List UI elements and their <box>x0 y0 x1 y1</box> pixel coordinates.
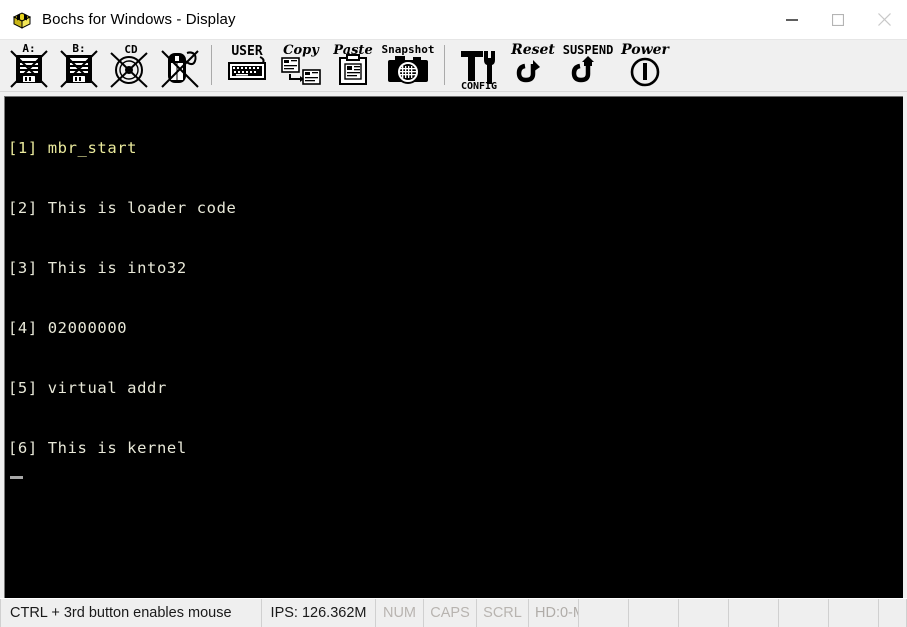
close-icon <box>877 13 891 26</box>
bochs-window: Bochs for Windows - Display A: B: CD USE… <box>0 0 907 627</box>
svg-text:SUSPEND: SUSPEND <box>563 43 613 57</box>
copy-button[interactable]: Copy <box>275 40 327 91</box>
bochs-box-icon <box>12 10 32 30</box>
status-blank-cell <box>679 599 729 627</box>
status-ips: IPS: 126.362M <box>262 599 376 627</box>
snapshot-button[interactable]: Snapshot <box>379 40 437 91</box>
svg-text:B:: B: <box>72 42 85 55</box>
toolbar-separator-2 <box>444 45 445 85</box>
cdrom-button[interactable]: CD <box>104 40 154 91</box>
status-blank-cell <box>579 599 629 627</box>
vga-display[interactable]: [1] mbr_start [2] This is loader code [3… <box>4 96 903 598</box>
display-area: [1] mbr_start [2] This is loader code [3… <box>0 92 907 598</box>
user-button[interactable]: USER <box>219 40 275 91</box>
window-controls <box>769 0 907 39</box>
svg-text:USER: USER <box>231 44 262 59</box>
svg-text:A:: A: <box>22 42 35 55</box>
vga-text: [1] mbr_start [2] This is loader code [3… <box>8 98 903 598</box>
console-line: [4] 02000000 <box>8 319 128 337</box>
camera-icon: Snapshot <box>382 43 434 84</box>
close-button[interactable] <box>861 0 907 39</box>
console-line: [3] This is into32 <box>8 259 187 277</box>
config-button[interactable]: CONFIG <box>452 40 506 91</box>
reset-button[interactable]: Reset <box>506 40 560 91</box>
toolbar: A: B: CD USER Copy Paste Snapshot CONFIG… <box>0 39 907 92</box>
status-message: CTRL + 3rd button enables mouse <box>0 599 262 627</box>
status-blank-cell <box>879 599 907 627</box>
console-line: [1] mbr_start <box>8 139 138 157</box>
floppy-b-button[interactable]: B: <box>54 40 104 91</box>
status-hd: HD:0-M <box>529 599 579 627</box>
floppy-a-icon: A: <box>10 42 48 88</box>
console-line: [5] virtual addr <box>8 379 167 397</box>
keyboard-icon: USER <box>228 44 266 80</box>
window-title: Bochs for Windows - Display <box>42 10 236 28</box>
console-line: [2] This is loader code <box>8 199 237 217</box>
minimize-icon <box>786 18 798 21</box>
svg-text:Snapshot: Snapshot <box>382 43 434 56</box>
svg-text:Reset: Reset <box>510 42 555 58</box>
mouse-button[interactable] <box>154 40 204 91</box>
power-icon: Power <box>620 42 671 87</box>
svg-text:CONFIG: CONFIG <box>461 81 497 91</box>
paste-icon: Paste <box>332 43 373 85</box>
status-led-caps: CAPS <box>424 599 477 627</box>
paste-button[interactable]: Paste <box>327 40 379 91</box>
maximize-icon <box>832 13 844 26</box>
title-bar: Bochs for Windows - Display <box>0 0 907 39</box>
svg-text:CD: CD <box>124 43 138 56</box>
status-blank-cell <box>829 599 879 627</box>
text-cursor <box>10 476 23 479</box>
status-led-scrl: SCRL <box>477 599 529 627</box>
status-blank-cell <box>729 599 779 627</box>
suspend-icon: SUSPEND <box>563 43 613 83</box>
console-line: [6] This is kernel <box>8 439 187 457</box>
floppy-b-icon: B: <box>60 42 98 88</box>
power-button[interactable]: Power <box>616 40 674 91</box>
status-blank-cell <box>629 599 679 627</box>
maximize-button[interactable] <box>815 0 861 39</box>
svg-text:Copy: Copy <box>283 43 320 58</box>
floppy-a-button[interactable]: A: <box>4 40 54 91</box>
cdrom-icon: CD <box>110 43 148 88</box>
status-blank-cell <box>779 599 829 627</box>
mouse-icon <box>161 50 199 88</box>
minimize-button[interactable] <box>769 0 815 39</box>
suspend-button[interactable]: SUSPEND <box>560 40 616 91</box>
status-led-num: NUM <box>376 599 424 627</box>
copy-icon: Copy <box>281 43 321 85</box>
reset-icon: Reset <box>510 42 555 83</box>
status-bar: CTRL + 3rd button enables mouse IPS: 126… <box>0 598 907 627</box>
svg-text:Power: Power <box>620 42 670 58</box>
toolbar-separator <box>211 45 212 85</box>
tools-icon: CONFIG <box>461 51 497 91</box>
